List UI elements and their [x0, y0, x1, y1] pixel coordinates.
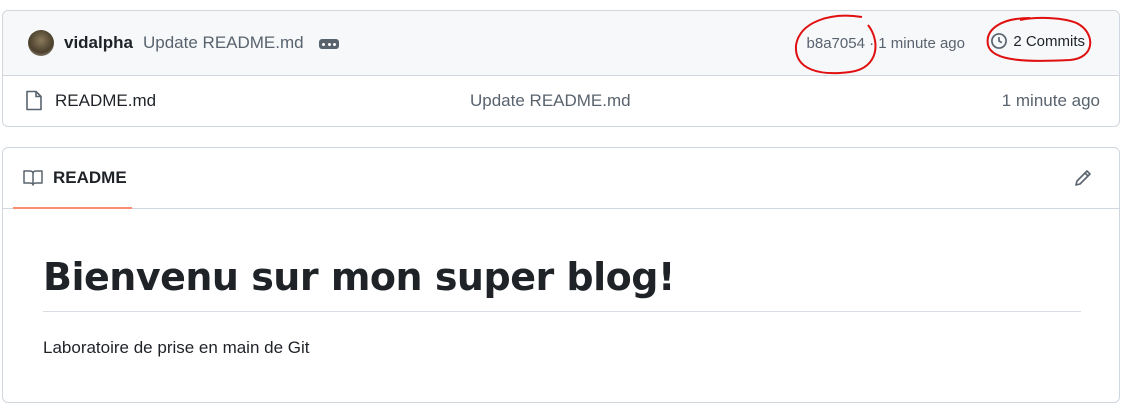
- readme-panel: README Bienvenu sur mon super blog! Labo…: [2, 147, 1120, 403]
- readme-heading: Bienvenu sur mon super blog!: [43, 255, 1081, 312]
- tab-readme-label: README: [53, 167, 127, 187]
- commits-count: 2 Commits: [1013, 32, 1085, 50]
- avatar[interactable]: [28, 30, 54, 56]
- file-name-link[interactable]: README.md: [55, 91, 156, 111]
- tab-readme[interactable]: README: [13, 148, 132, 209]
- latest-commit-bar: vidalpha Update README.md b8a7054 · 1 mi…: [3, 11, 1119, 76]
- edit-pencil-icon[interactable]: [1073, 168, 1093, 188]
- book-icon: [23, 169, 43, 186]
- commit-time: 1 minute ago: [878, 35, 965, 52]
- file-age: 1 minute ago: [1001, 91, 1100, 110]
- file-icon: [26, 90, 42, 111]
- commit-hash-link[interactable]: b8a7054: [807, 35, 865, 52]
- commit-author-link[interactable]: vidalpha: [64, 33, 133, 53]
- readme-tabbar: README: [3, 148, 1119, 209]
- history-icon: [991, 33, 1008, 49]
- ellipsis-button[interactable]: [319, 39, 339, 49]
- commit-message-link[interactable]: Update README.md: [143, 33, 304, 53]
- commit-meta: b8a7054 · 1 minute ago: [806, 35, 965, 52]
- file-commit-message-link[interactable]: Update README.md: [470, 91, 631, 111]
- readme-paragraph: Laboratoire de prise en main de Git: [43, 338, 310, 357]
- commits-history-link[interactable]: 2 Commits: [990, 32, 1085, 50]
- file-row: README.md Update README.md 1 minute ago: [3, 76, 1119, 126]
- file-browser: vidalpha Update README.md b8a7054 · 1 mi…: [2, 10, 1120, 127]
